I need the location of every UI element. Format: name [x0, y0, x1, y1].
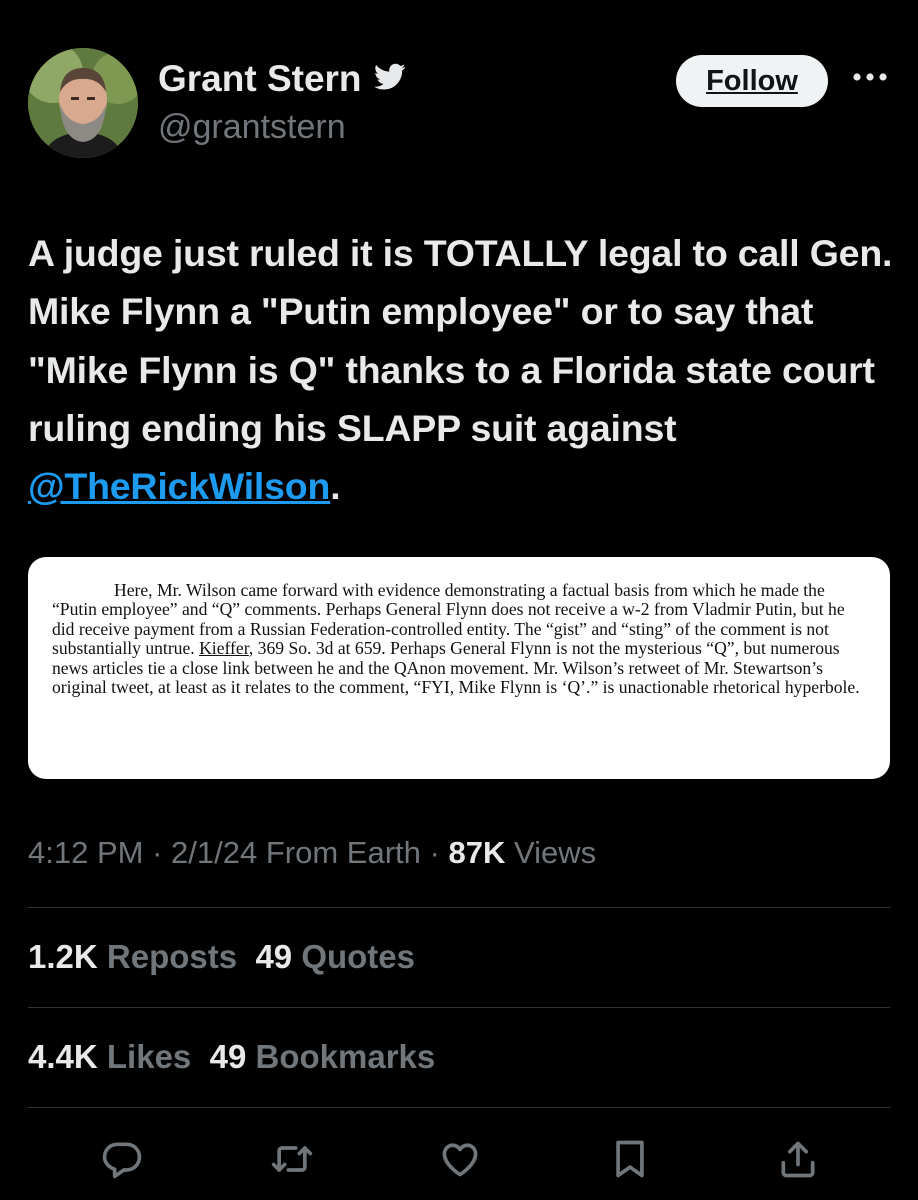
author-name-label: Grant Stern — [158, 58, 362, 99]
meta-separator: · — [429, 835, 440, 870]
divider — [28, 1007, 890, 1008]
meta-separator: · — [152, 835, 163, 870]
views-label: Views — [513, 835, 597, 870]
author-name[interactable]: Grant Stern — [158, 58, 406, 100]
tweet-source: From Earth — [265, 835, 421, 870]
bookmark-button[interactable] — [602, 1131, 658, 1187]
follow-button[interactable]: Follow — [676, 55, 828, 107]
share-icon — [781, 1141, 815, 1178]
repost-icon — [271, 1146, 313, 1172]
divider — [28, 1107, 890, 1108]
tweet-text: A judge just ruled it is TOTALLY legal t… — [28, 224, 898, 515]
tweet-meta: 4:12 PM · 2/1/24 From Earth · 87K Views — [28, 835, 596, 871]
quotes-link[interactable]: 49 Quotes — [255, 938, 415, 975]
reposts-link[interactable]: 1.2K Reposts — [28, 938, 237, 975]
stats-likes-bookmarks: 4.4K Likes 49 Bookmarks — [28, 1038, 435, 1076]
twitter-bird-icon — [373, 58, 406, 100]
more-button[interactable] — [848, 62, 892, 92]
divider — [28, 907, 890, 908]
reply-button[interactable] — [94, 1131, 150, 1187]
attached-image[interactable]: Here, Mr. Wilson came forward with evide… — [28, 557, 890, 779]
case-citation: Kieffer — [199, 638, 249, 659]
likes-label: Likes — [106, 1038, 192, 1075]
likes-link[interactable]: 4.4K Likes — [28, 1038, 191, 1075]
views-count: 87K — [448, 835, 506, 870]
action-bar — [0, 1131, 918, 1187]
more-horizontal-icon — [853, 73, 887, 81]
tweet-time[interactable]: 4:12 PM — [28, 835, 143, 870]
avatar-image — [28, 48, 138, 158]
bookmark-icon — [616, 1140, 644, 1178]
tweet-date[interactable]: 2/1/24 — [171, 835, 257, 870]
quotes-count: 49 — [255, 938, 293, 975]
like-button[interactable] — [432, 1131, 488, 1187]
stats-reposts-quotes: 1.2K Reposts 49 Quotes — [28, 938, 415, 976]
reposts-count: 1.2K — [28, 938, 98, 975]
author-handle[interactable]: @grantstern — [158, 108, 346, 147]
share-button[interactable] — [770, 1131, 826, 1187]
bookmarks-link[interactable]: 49 Bookmarks — [210, 1038, 436, 1075]
reply-icon — [102, 1142, 142, 1179]
repost-button[interactable] — [264, 1131, 320, 1187]
tweet-text-end: . — [330, 465, 341, 508]
bookmarks-label: Bookmarks — [255, 1038, 436, 1075]
quotes-label: Quotes — [301, 938, 416, 975]
likes-count: 4.4K — [28, 1038, 98, 1075]
bookmarks-count: 49 — [209, 1038, 247, 1075]
avatar[interactable] — [28, 48, 138, 158]
court-ruling-excerpt: Here, Mr. Wilson came forward with evide… — [52, 580, 862, 697]
like-icon — [442, 1143, 478, 1177]
mention-link[interactable]: @TheRickWilson — [28, 465, 330, 507]
reposts-label: Reposts — [106, 938, 238, 975]
tweet-text-body: A judge just ruled it is TOTALLY legal t… — [28, 232, 893, 449]
